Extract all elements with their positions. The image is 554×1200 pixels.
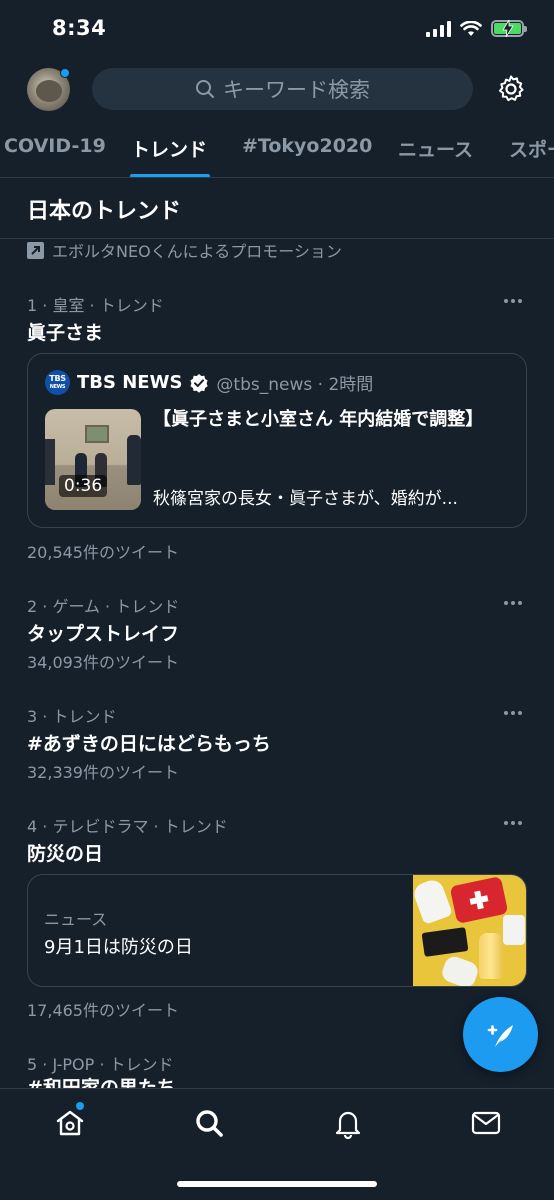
search-icon[interactable]: [193, 1107, 225, 1139]
wifi-icon: [460, 20, 482, 36]
video-duration: 0:36: [59, 475, 108, 497]
news-card[interactable]: TBS NEWS TBS NEWS @tbs_news · 2時間 0:36 【…: [27, 353, 527, 528]
promoted-text: エボルタNEOくんによるプロモーション: [52, 242, 342, 261]
card-title: 9月1日は防災の日: [44, 937, 193, 958]
tab-covid[interactable]: COVID-19: [4, 135, 106, 157]
source-name: TBS NEWS: [77, 372, 183, 393]
compose-tweet-button[interactable]: [463, 997, 538, 1072]
search-icon: [196, 80, 214, 98]
search-input[interactable]: キーワード検索: [92, 68, 473, 110]
tweet-count: 34,093件のツイート: [27, 653, 179, 672]
trend-meta: 2 · ゲーム · トレンド: [27, 597, 180, 616]
active-tab-indicator: [130, 174, 210, 177]
trend-name-clip: #和田家の男たち: [0, 1070, 554, 1088]
more-icon[interactable]: [504, 299, 522, 303]
tab-trends[interactable]: トレンド: [131, 135, 207, 162]
header: キーワード検索: [0, 60, 554, 120]
tweet-count: 17,465件のツイート: [27, 1001, 179, 1020]
promoted-icon: [27, 241, 44, 259]
logo-subtext: NEWS: [49, 383, 66, 390]
status-time: 8:34: [52, 16, 107, 40]
compose-feather-icon: [487, 1024, 513, 1047]
messages-envelope-icon[interactable]: [470, 1107, 502, 1139]
news-card[interactable]: ニュース 9月1日は防災の日: [27, 874, 527, 987]
tab-news[interactable]: ニュース: [398, 135, 473, 162]
card-title: 【眞子さまと小室さん 年内結婚で調整】: [153, 409, 484, 430]
tab-tokyo2020[interactable]: #Tokyo2020: [242, 135, 372, 157]
card-body: 秋篠宮家の長女・眞子さまが、婚約が...: [153, 489, 458, 509]
source-handle: @tbs_news · 2時間: [216, 375, 374, 395]
notifications-bell-icon[interactable]: [332, 1107, 364, 1139]
verified-badge-icon: [190, 373, 209, 393]
more-icon[interactable]: [504, 711, 522, 715]
signal-icon: [426, 20, 451, 37]
battery-icon: [491, 20, 527, 37]
more-icon[interactable]: [504, 821, 522, 825]
trend-meta: 4 · テレビドラマ · トレンド: [27, 817, 228, 836]
tbs-logo-icon: TBS NEWS: [45, 370, 70, 395]
card-source: TBS NEWS TBS NEWS @tbs_news · 2時間: [45, 370, 373, 395]
gear-icon[interactable]: [496, 74, 526, 104]
notification-dot: [60, 68, 70, 78]
trend-name[interactable]: 防災の日: [27, 839, 103, 866]
tweet-count: 20,545件のツイート: [27, 543, 179, 562]
status-bar: 8:34: [0, 0, 554, 60]
notification-dot: [76, 1102, 84, 1110]
video-thumbnail[interactable]: 0:36: [45, 409, 141, 510]
news-thumbnail: [413, 875, 526, 986]
trend-meta: 1 · 皇室 · トレンド: [27, 296, 164, 315]
home-icon[interactable]: [54, 1107, 86, 1139]
explore-tabs: COVID-19 トレンド #Tokyo2020 ニュース スポー: [0, 120, 554, 178]
search-placeholder: キーワード検索: [223, 78, 370, 102]
trend-name[interactable]: タップストレイフ: [27, 619, 179, 646]
tab-sports[interactable]: スポー: [509, 135, 554, 162]
section-title: 日本のトレンド: [27, 199, 182, 224]
more-icon[interactable]: [504, 601, 522, 605]
trend-meta: 3 · トレンド: [27, 707, 117, 726]
tweet-count: 32,339件のツイート: [27, 763, 179, 782]
trend-name[interactable]: 眞子さま: [27, 318, 103, 345]
status-icons: [426, 20, 527, 37]
promoted-label[interactable]: エボルタNEOくんによるプロモーション: [27, 238, 342, 262]
trend-name[interactable]: #和田家の男たち: [27, 1073, 176, 1088]
logo-text: TBS: [49, 373, 66, 383]
trend-name[interactable]: #あずきの日にはどらもっち: [27, 729, 271, 756]
home-indicator: [177, 1181, 377, 1187]
card-label: ニュース: [44, 910, 108, 929]
